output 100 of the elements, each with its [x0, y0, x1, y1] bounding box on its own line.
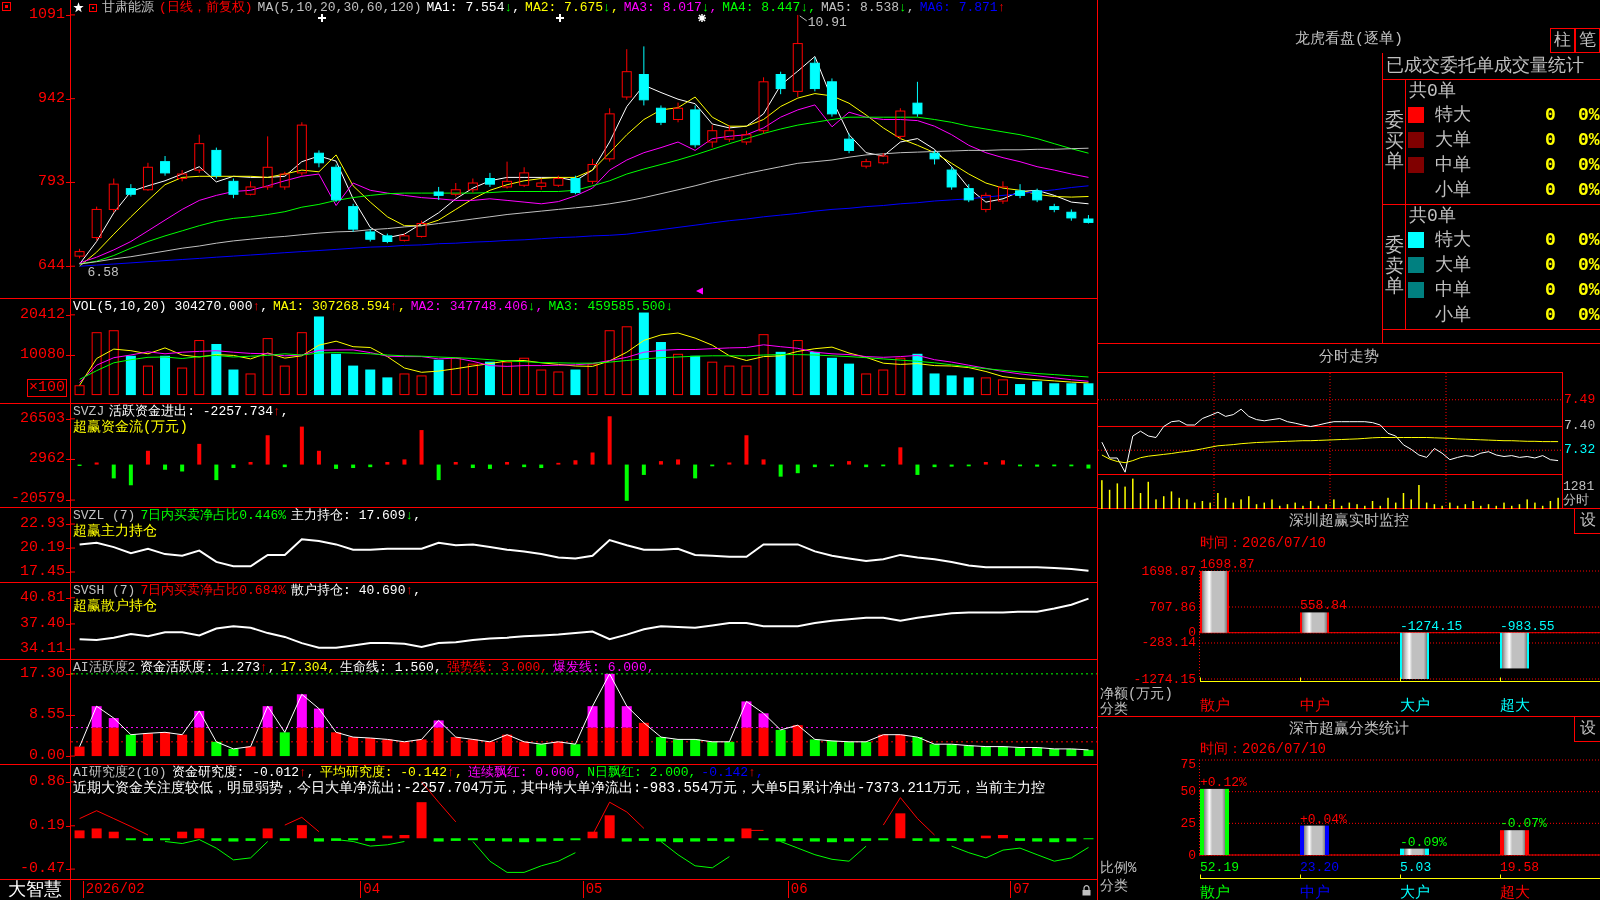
- activity-bar: [724, 741, 735, 757]
- research-bar: [502, 838, 513, 842]
- volume-bar: [536, 369, 547, 396]
- research-bar: [399, 835, 410, 839]
- research-bar: [296, 825, 307, 839]
- money-flow-bar: [932, 464, 937, 468]
- activity-bar: [895, 734, 906, 757]
- order-count: 0: [1545, 153, 1556, 176]
- activity-bar: [878, 734, 889, 757]
- category-label: 大户: [1400, 698, 1430, 715]
- order-count: 0: [1545, 178, 1556, 201]
- candlestick: [228, 178, 239, 199]
- research-bar: [211, 838, 222, 841]
- research-bar: [91, 828, 102, 839]
- candlestick: [262, 135, 273, 191]
- candlestick: [1015, 183, 1026, 199]
- research-bar: [792, 838, 803, 841]
- candlestick: [912, 81, 923, 118]
- volume-bar: [912, 353, 923, 396]
- axis-label: 34.11: [20, 641, 65, 658]
- candlestick: [331, 163, 342, 203]
- plus-marker-icon: [317, 13, 327, 23]
- candlestick: [399, 233, 410, 242]
- money-flow-bar: [1052, 464, 1057, 467]
- order-size-label: 小单: [1435, 303, 1471, 326]
- money-flow-bar: [812, 464, 817, 468]
- candlestick: [416, 220, 427, 239]
- volume-bar: [211, 344, 222, 396]
- axis-label: -20579: [11, 491, 65, 507]
- money-flow-bar: [128, 464, 133, 486]
- research-bar: [536, 838, 547, 842]
- date-label: 07: [1010, 881, 1030, 898]
- indicator-label: MA1: 307268.594↑,: [273, 299, 406, 314]
- candlestick: [826, 77, 837, 118]
- volume-bar: [690, 355, 701, 396]
- activity-bar: [91, 727, 102, 757]
- candlestick: [211, 147, 222, 179]
- money-flow-bar: [710, 464, 715, 467]
- axis-label: 17.45: [20, 564, 65, 580]
- order-percent: 0%: [1578, 153, 1600, 176]
- candlestick: [587, 158, 598, 185]
- candlestick: [690, 104, 701, 149]
- activity-bar: [861, 741, 872, 757]
- money-flow-bar: [761, 459, 766, 465]
- candlestick: [160, 155, 171, 177]
- activity-bar: [262, 706, 273, 728]
- mode-button[interactable]: 笔: [1575, 28, 1600, 53]
- settings-button[interactable]: 设: [1574, 509, 1600, 534]
- volume-bar: [1015, 384, 1026, 396]
- indicator-label: 平均研究度: -0.142↑,: [319, 765, 463, 780]
- research-bar: [331, 838, 342, 841]
- candlestick: [108, 178, 119, 213]
- activity-bar: [211, 741, 222, 757]
- research-bar: [1049, 838, 1060, 843]
- order-size-label: 大单: [1435, 253, 1471, 276]
- lock-icon[interactable]: [1082, 885, 1091, 896]
- volume-bar: [946, 375, 957, 396]
- volume-bar: [997, 379, 1008, 396]
- table-title: 已成交委托单成交量统计: [1386, 55, 1584, 77]
- volume-bar: [142, 365, 153, 396]
- money-flow-bar: [915, 464, 920, 475]
- settings-button[interactable]: 设: [1574, 717, 1600, 742]
- indicator-label: N日飘红: 2.000,: [587, 765, 697, 780]
- order-count: 0: [1545, 303, 1556, 326]
- indicator-label: 强势线: 3.000,: [446, 660, 549, 675]
- money-flow-bar: [522, 464, 527, 468]
- order-size-label: 中单: [1435, 153, 1471, 176]
- volume-caption: 分时: [1563, 494, 1589, 508]
- candlestick: [1083, 214, 1094, 224]
- axis-label: 10080: [20, 347, 65, 364]
- money-flow-bar: [590, 452, 595, 465]
- change-label: +0.04%: [1300, 811, 1347, 827]
- category-label: 超大: [1500, 698, 1530, 715]
- research-bar: [228, 838, 239, 842]
- axis-label: 644: [38, 258, 65, 275]
- net-flow-bar: [1200, 571, 1229, 633]
- research-bar: [279, 838, 290, 841]
- research-bar: [142, 838, 153, 841]
- order-percent: 0%: [1578, 303, 1600, 326]
- activity-bar: [450, 737, 461, 757]
- money-flow-bar: [145, 450, 150, 465]
- volume-bar: [809, 351, 820, 396]
- activity-bar: [348, 737, 359, 757]
- axis-title: 分类: [1100, 701, 1128, 716]
- research-bar: [895, 813, 906, 839]
- research-bar: [433, 838, 444, 842]
- indicator-label: MA(5,10,20,30,60,120): [257, 0, 422, 15]
- chart-title: 深圳超赢实时监控: [1289, 512, 1409, 531]
- activity-bar: [331, 732, 342, 757]
- indicator-label: (日线，前复权): [159, 0, 253, 15]
- chart-title: 分时走势: [1319, 349, 1379, 367]
- asterisk-marker-icon: [697, 13, 707, 23]
- volume-bar: [1032, 381, 1043, 396]
- volume-bar: [399, 373, 410, 396]
- category-label: 大户: [1400, 885, 1430, 900]
- value-label: 52.19: [1200, 860, 1239, 875]
- brand-label: 大智慧: [8, 880, 62, 900]
- change-label: +0.12%: [1200, 774, 1247, 790]
- share-bar: [1500, 830, 1529, 855]
- mode-button[interactable]: 柱: [1550, 28, 1575, 53]
